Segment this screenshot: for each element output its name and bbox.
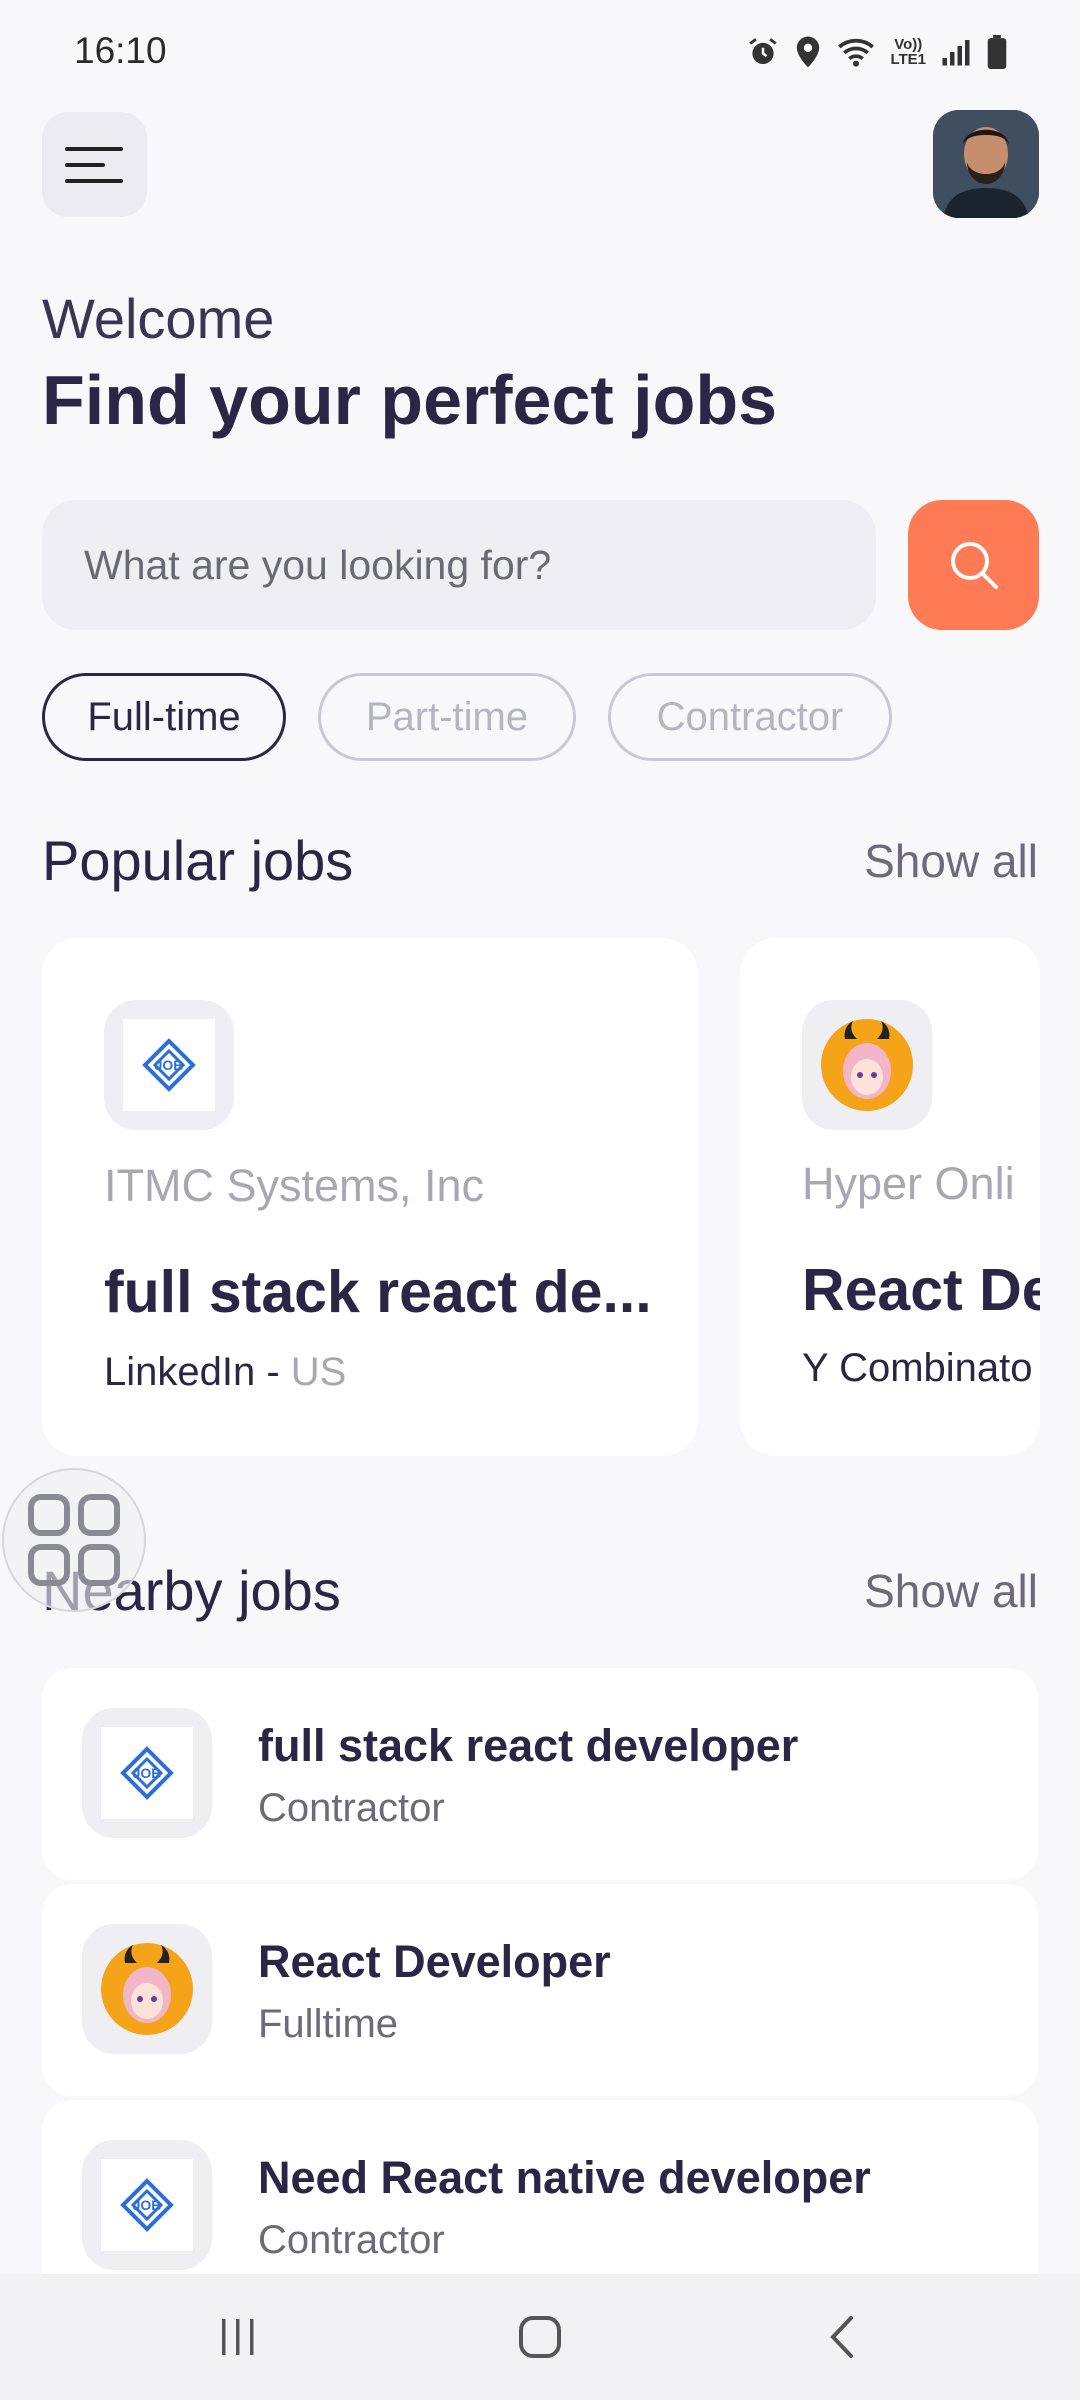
filter-contractor[interactable]: Contractor [608,673,892,761]
home-icon [519,2316,561,2358]
popular-card-company: ITMC Systems, Inc [104,1160,485,1211]
nearby-job-type: Contractor [258,1786,445,1830]
wifi-icon [838,38,875,67]
nearby-job-title: Need React native developer [258,2152,871,2203]
system-nav-bar [0,2274,1080,2400]
search-button[interactable] [908,500,1039,630]
location-icon [797,36,820,68]
company-logo: JOB [104,1000,234,1130]
job-logo-icon: JOB [142,1038,196,1092]
nearby-job-item[interactable]: React Developer Fulltime [42,1884,1038,2096]
popular-job-card[interactable]: Hyper Onli React De Y Combinato [740,938,1040,1456]
popular-card-location: US [290,1350,347,1394]
status-time: 16:10 [74,30,167,71]
network-type-label: Vo)) LTE1 [890,36,926,68]
floating-apps-button[interactable] [2,1468,146,1612]
search-input[interactable] [42,500,876,630]
status-icons: Vo)) LTE1 [746,30,1008,74]
filter-part-time[interactable]: Part-time [318,673,576,761]
user-avatar[interactable] [933,110,1039,218]
grid-icon [28,1494,120,1586]
company-logo [82,1924,212,2054]
back-icon [830,2316,853,2358]
job-logo-icon: JOB [120,2178,174,2232]
recent-apps-icon [222,2319,254,2355]
filter-full-time[interactable]: Full-time [42,673,286,761]
home-button[interactable] [440,2274,640,2400]
company-logo: JOB [82,2140,212,2270]
svg-text:JOB: JOB [133,2197,162,2213]
alarm-icon [749,38,778,65]
company-logo [802,1000,932,1130]
svg-text:JOB: JOB [155,1057,184,1073]
nearby-job-title: React Developer [258,1936,611,1987]
company-logo: JOB [82,1708,212,1838]
popular-card-source: Y Combinato [802,1346,1033,1390]
popular-card-company: Hyper Onli [802,1158,1015,1209]
search-icon [950,542,998,589]
user-avatar-image [933,110,1039,218]
hamburger-menu-icon [64,146,123,183]
menu-button[interactable] [42,112,147,217]
status-bar: 16:10 Vo)) LTE1 [0,0,1080,106]
popular-jobs-title: Popular jobs [42,829,354,892]
popular-card-source: LinkedIn - US [104,1350,346,1395]
back-button[interactable] [742,2274,942,2400]
battery-icon [987,35,1007,69]
welcome-text: Welcome [42,287,275,350]
nearby-job-title: full stack react developer [258,1720,799,1771]
anime-avatar-icon [101,1943,193,2035]
popular-show-all-link[interactable]: Show all [864,834,1038,888]
svg-text:JOB: JOB [133,1765,162,1781]
nearby-job-type: Contractor [258,2218,445,2262]
job-logo-icon: JOB [120,1746,174,1800]
nearby-job-item[interactable]: JOB full stack react developer Contracto… [42,1668,1038,1880]
popular-card-source-name: LinkedIn - [104,1350,291,1394]
page-title: Find your perfect jobs [42,361,778,439]
popular-card-title: full stack react de... [104,1259,652,1325]
nearby-show-all-link[interactable]: Show all [864,1564,1038,1618]
nearby-job-type: Fulltime [258,2002,399,2046]
signal-icon [942,40,970,66]
recent-apps-button[interactable] [138,2274,338,2400]
anime-avatar-icon [821,1019,913,1111]
popular-card-title: React De [802,1257,1040,1323]
